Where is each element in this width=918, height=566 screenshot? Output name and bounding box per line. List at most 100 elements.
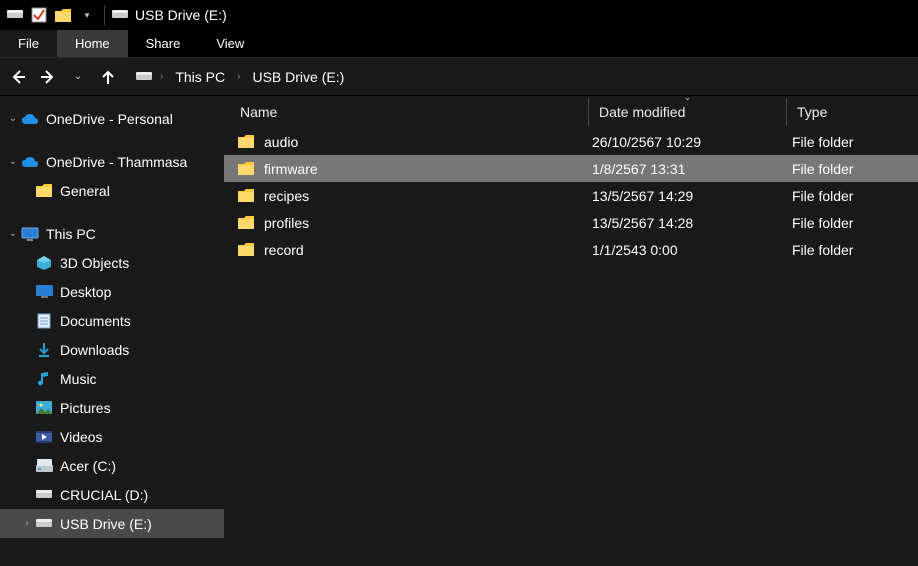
picture-icon [34,398,54,418]
navigation-pane[interactable]: ⌄ OneDrive - Personal ⌄ OneDrive - Thamm… [0,96,224,566]
column-header-label: Date modified [599,104,685,120]
address-bar[interactable]: › This PC › USB Drive (E:) [136,67,348,87]
checkbox-icon[interactable] [28,4,50,26]
sidebar-item-desktop[interactable]: Desktop [0,277,224,306]
file-name: profiles [264,215,592,231]
sidebar-item-onedrive-thammasat[interactable]: ⌄ OneDrive - Thammasa [0,147,224,176]
file-type: File folder [792,161,918,177]
chevron-down-icon[interactable]: ⌄ [6,113,20,124]
sidebar-item-documents[interactable]: Documents [0,306,224,335]
chevron-down-icon[interactable]: ⌄ [6,228,20,239]
sidebar-item-label: OneDrive - Personal [46,111,173,127]
file-row[interactable]: recipes13/5/2567 14:29File folder [224,182,918,209]
download-icon [34,340,54,360]
sidebar-item-label: General [60,183,110,199]
column-header-date[interactable]: ⌄ Date modified [588,98,786,126]
sidebar-item-label: 3D Objects [60,255,129,271]
chevron-right-icon[interactable]: › [235,71,242,82]
folder-icon[interactable] [52,4,74,26]
file-list-pane: Name ⌄ Date modified Type audio26/10/256… [224,96,918,566]
folder-icon [236,135,256,148]
sidebar-item-music[interactable]: Music [0,364,224,393]
quick-access-toolbar: ▾ [4,4,98,26]
file-row[interactable]: profiles13/5/2567 14:28File folder [224,209,918,236]
crumb-current[interactable]: USB Drive (E:) [248,67,348,87]
up-button[interactable] [98,67,118,87]
folder-icon [236,189,256,202]
file-type: File folder [792,215,918,231]
sidebar-item-this-pc[interactable]: ⌄ This PC [0,219,224,248]
sidebar-item-usb-e[interactable]: › USB Drive (E:) [0,509,224,538]
sidebar-item-downloads[interactable]: Downloads [0,335,224,364]
file-name: audio [264,134,592,150]
chevron-down-icon[interactable]: ⌄ [6,156,20,167]
chevron-right-icon[interactable]: › [158,71,165,82]
file-row[interactable]: firmware1/8/2567 13:31File folder [224,155,918,182]
folder-icon [236,162,256,175]
sidebar-item-pictures[interactable]: Pictures [0,393,224,422]
sidebar-item-label: Documents [60,313,131,329]
window-title: USB Drive (E:) [135,7,227,23]
computer-icon [20,224,40,244]
title-bar: ▾ USB Drive (E:) [0,0,918,30]
sidebar-item-label: Desktop [60,284,111,300]
music-icon [34,369,54,389]
file-date: 13/5/2567 14:28 [592,215,792,231]
drive-icon [34,514,54,534]
drive-icon [34,456,54,476]
file-name: firmware [264,161,592,177]
sidebar-item-crucial-d[interactable]: CRUCIAL (D:) [0,480,224,509]
dropdown-icon[interactable]: ▾ [76,4,98,26]
back-button[interactable] [8,67,28,87]
recent-locations-button[interactable]: ⌄ [68,67,88,87]
sidebar-item-3d-objects[interactable]: 3D Objects [0,248,224,277]
nav-bar: ⌄ › This PC › USB Drive (E:) [0,58,918,96]
sidebar-item-general[interactable]: General [0,176,224,205]
column-headers: Name ⌄ Date modified Type [224,96,918,128]
tab-file[interactable]: File [0,30,57,57]
sidebar-item-label: Downloads [60,342,129,358]
sidebar-item-label: USB Drive (E:) [60,516,152,532]
file-type: File folder [792,188,918,204]
column-header-type[interactable]: Type [786,98,918,126]
sidebar-item-label: CRUCIAL (D:) [60,487,148,503]
sidebar-item-label: Videos [60,429,103,445]
tab-view[interactable]: View [198,30,262,57]
file-date: 26/10/2567 10:29 [592,134,792,150]
file-rows: audio26/10/2567 10:29File folderfirmware… [224,128,918,263]
column-header-name[interactable]: Name [236,98,588,126]
column-header-label: Type [797,104,827,120]
cloud-icon [20,152,40,172]
sidebar-item-onedrive-personal[interactable]: ⌄ OneDrive - Personal [0,104,224,133]
file-date: 13/5/2567 14:29 [592,188,792,204]
cloud-icon [20,109,40,129]
sort-descending-icon: ⌄ [684,92,692,103]
sidebar-item-label: This PC [46,226,96,242]
sidebar-item-label: Pictures [60,400,111,416]
sidebar-item-label: Acer (C:) [60,458,116,474]
main-area: ⌄ OneDrive - Personal ⌄ OneDrive - Thamm… [0,96,918,566]
file-type: File folder [792,134,918,150]
file-type: File folder [792,242,918,258]
column-header-label: Name [240,104,277,120]
ribbon-tabs: File Home Share View [0,30,918,58]
sidebar-item-acer-c[interactable]: Acer (C:) [0,451,224,480]
file-name: recipes [264,188,592,204]
folder-icon [34,181,54,201]
file-name: record [264,242,592,258]
crumb-this-pc[interactable]: This PC [171,67,229,87]
tab-home[interactable]: Home [57,30,128,57]
chevron-right-icon[interactable]: › [20,518,34,529]
file-date: 1/1/2543 0:00 [592,242,792,258]
folder-icon [236,243,256,256]
sidebar-item-label: Music [60,371,97,387]
file-row[interactable]: record1/1/2543 0:00File folder [224,236,918,263]
desktop-icon [34,282,54,302]
drive-icon[interactable] [4,4,26,26]
file-row[interactable]: audio26/10/2567 10:29File folder [224,128,918,155]
drive-icon [34,485,54,505]
forward-button[interactable] [38,67,58,87]
sidebar-item-videos[interactable]: Videos [0,422,224,451]
sidebar-item-label: OneDrive - Thammasa [46,154,187,170]
tab-share[interactable]: Share [128,30,199,57]
